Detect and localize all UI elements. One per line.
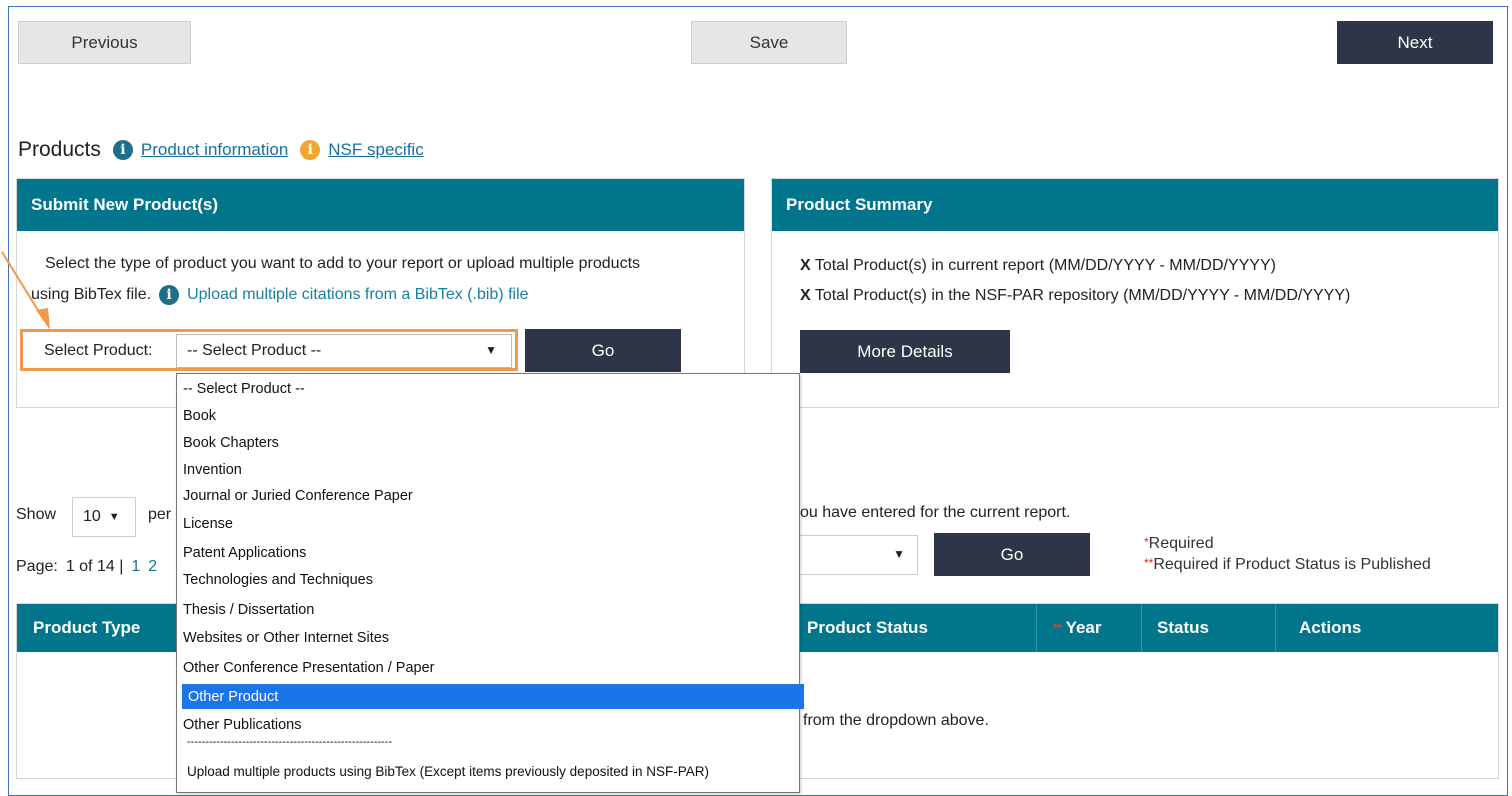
info-icon-orange[interactable]: i xyxy=(300,140,321,160)
count-placeholder: X xyxy=(800,287,811,304)
required-text: Required xyxy=(1148,535,1214,552)
info-icon[interactable]: i xyxy=(112,140,133,160)
option-separator: ----------------------------------------… xyxy=(187,736,393,748)
page-label: Page: xyxy=(16,558,58,575)
option-select-product[interactable]: -- Select Product -- xyxy=(183,381,305,397)
next-button[interactable]: Next xyxy=(1337,21,1493,64)
upload-bibtex-link[interactable]: Upload multiple citations from a BibTex … xyxy=(187,286,528,304)
col-actions[interactable]: Actions xyxy=(1299,604,1361,652)
page-title: Products xyxy=(18,138,101,161)
show-label: Show xyxy=(16,506,57,523)
select-product-dropdown[interactable]: -- Select Product -- ▼ xyxy=(176,334,512,368)
page-info: 1 of 14 | xyxy=(65,558,124,575)
per-page-text: per xyxy=(148,506,172,523)
option-websites[interactable]: Websites or Other Internet Sites xyxy=(183,630,389,646)
option-invention[interactable]: Invention xyxy=(183,462,242,478)
page-link-1[interactable]: 1 xyxy=(131,558,140,576)
nsf-specific-link[interactable]: NSF specific xyxy=(328,140,423,160)
filter-go-button[interactable]: Go xyxy=(934,533,1090,576)
count-placeholder: X xyxy=(800,257,811,274)
option-patent-applications[interactable]: Patent Applications xyxy=(183,545,306,561)
option-other-product[interactable]: Other Product xyxy=(182,684,804,709)
submit-instructions-line1: Select the type of product you want to a… xyxy=(45,255,641,272)
products-header: Products i Product information i NSF spe… xyxy=(18,138,424,162)
option-thesis[interactable]: Thesis / Dissertation xyxy=(183,602,314,618)
per-page-select[interactable]: 10 ▼ xyxy=(72,497,136,537)
option-license[interactable]: License xyxy=(183,516,233,532)
product-information-link[interactable]: Product information xyxy=(141,140,288,160)
option-technologies[interactable]: Technologies and Techniques xyxy=(183,572,373,588)
product-summary-panel: Product Summary X Total Product(s) in cu… xyxy=(771,178,1499,408)
col-year-label: Year xyxy=(1065,618,1102,637)
year-required-mark: ** xyxy=(1053,622,1062,634)
save-button[interactable]: Save xyxy=(691,21,847,64)
required-published-mark: ** xyxy=(1144,556,1154,570)
filter-select[interactable]: ▼ xyxy=(790,535,918,575)
option-other-publications[interactable]: Other Publications xyxy=(183,717,301,733)
option-book[interactable]: Book xyxy=(183,408,216,424)
callout-arrow-icon xyxy=(1,251,50,330)
summary-panel-heading: Product Summary xyxy=(772,179,1498,231)
required-published-legend: **Required if Product Status is Publishe… xyxy=(1144,556,1431,574)
column-divider xyxy=(1275,604,1276,652)
submit-panel-heading: Submit New Product(s) xyxy=(17,179,744,231)
column-divider xyxy=(1036,604,1037,652)
product-options-list[interactable]: -- Select Product -- Book Book Chapters … xyxy=(176,373,804,793)
entered-products-text: ou have entered for the current report. xyxy=(800,504,1071,521)
summary-text: Total Product(s) in the NSF-PAR reposito… xyxy=(814,287,1351,304)
col-product-type[interactable]: Product Type xyxy=(33,604,140,652)
go-button[interactable]: Go xyxy=(525,329,681,372)
select-product-label: Select Product: xyxy=(44,342,153,359)
empty-table-message: from the dropdown above. xyxy=(803,712,989,729)
chevron-down-icon: ▼ xyxy=(108,511,120,523)
more-details-button[interactable]: More Details xyxy=(800,330,1010,373)
summary-line-current-report: X Total Product(s) in current report (MM… xyxy=(800,257,1276,275)
col-status[interactable]: Status xyxy=(1157,604,1209,652)
summary-line-nsf-par: X Total Product(s) in the NSF-PAR reposi… xyxy=(800,287,1350,305)
required-published-text: Required if Product Status is Published xyxy=(1153,556,1431,573)
previous-button[interactable]: Previous xyxy=(18,21,191,64)
per-page-value: 10 xyxy=(83,508,101,525)
option-book-chapters[interactable]: Book Chapters xyxy=(183,435,279,451)
chevron-down-icon: ▼ xyxy=(485,343,497,357)
option-conference-presentation[interactable]: Other Conference Presentation / Paper xyxy=(183,660,434,676)
pagination: Page: 1 of 14 | 1 2 xyxy=(16,558,157,576)
submit-instructions-line2: using BibTex file. i Upload multiple cit… xyxy=(31,285,529,305)
option-upload-bibtex[interactable]: Upload multiple products using BibTex (E… xyxy=(187,764,709,779)
option-journal-paper[interactable]: Journal or Juried Conference Paper xyxy=(183,488,413,504)
required-legend: *Required xyxy=(1144,535,1214,553)
chevron-down-icon: ▼ xyxy=(893,547,905,561)
page-link-2[interactable]: 2 xyxy=(148,558,157,576)
col-year[interactable]: ** Year xyxy=(1053,604,1102,652)
col-product-status[interactable]: Product Status xyxy=(807,604,928,652)
column-divider xyxy=(1141,604,1142,652)
select-product-value: -- Select Product -- xyxy=(187,342,322,359)
summary-text: Total Product(s) in current report (MM/D… xyxy=(814,257,1276,274)
info-icon[interactable]: i xyxy=(159,285,180,305)
